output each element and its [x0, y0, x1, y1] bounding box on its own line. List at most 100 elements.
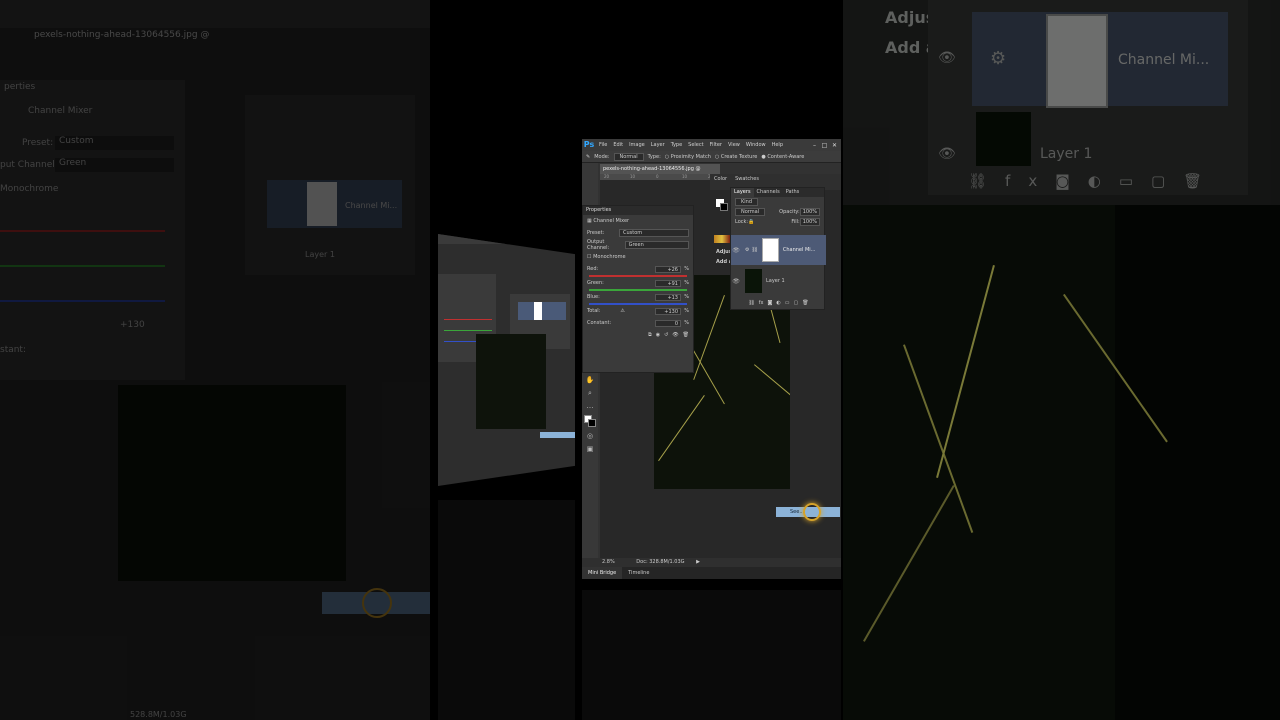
menu-layer[interactable]: Layer [648, 142, 668, 148]
ruler-tick: 20 [604, 174, 610, 179]
layer-row-channel-mixer[interactable]: 👁 ⚙ ⛓ Channel Mi... [731, 235, 826, 265]
layer-row-layer1[interactable]: 👁 Layer 1 [731, 266, 826, 296]
leaf-stroke [693, 295, 725, 380]
minimize-button[interactable]: – [811, 142, 818, 149]
eye-icon[interactable]: 👁 [731, 247, 741, 254]
hand-tool-icon[interactable]: ✋ [585, 375, 595, 385]
lock-icon[interactable]: 🔒 [748, 219, 754, 225]
color-gradient[interactable] [714, 235, 730, 243]
adjustment-name: Channel Mixer [593, 218, 630, 224]
opacity-input[interactable]: 100% [799, 208, 820, 216]
eye-icon[interactable]: 👁 [731, 278, 741, 285]
menu-view[interactable]: View [725, 142, 743, 148]
fill-label: Fill: [791, 219, 800, 225]
small-red-line [444, 319, 492, 320]
create-texture-label: Create Texture [720, 153, 758, 160]
leaf-stroke [903, 344, 974, 533]
tab-layers[interactable]: Layers [731, 188, 754, 197]
layers-tabs: Layers Channels Paths [731, 188, 824, 197]
left-properties-title: perties [4, 82, 36, 92]
new-adjustment-icon[interactable]: ◐ [776, 300, 780, 306]
main-window-reflection [582, 590, 841, 720]
status-arrow-icon[interactable]: ▶ [696, 559, 700, 565]
close-button[interactable]: ✕ [831, 142, 838, 149]
menu-type[interactable]: Type [668, 142, 685, 148]
blue-value-input[interactable]: +13 [655, 293, 681, 301]
total-label: Total: [587, 308, 601, 314]
fg-bg-colors[interactable] [584, 415, 596, 427]
status-zoom[interactable]: 2.8% [602, 559, 615, 565]
tab-timeline[interactable]: Timeline [622, 567, 655, 579]
left-total-value: +130 [120, 320, 145, 330]
view-previous-icon[interactable]: ◉ [656, 332, 660, 338]
tab-color[interactable]: Color [710, 174, 731, 190]
delete-layer-icon[interactable]: 🗑 [802, 300, 808, 306]
menu-edit[interactable]: Edit [610, 142, 626, 148]
background-color-swatch[interactable] [588, 419, 596, 427]
small-layer-mask [534, 302, 542, 320]
leaf-stroke [936, 265, 995, 479]
kind-row: Kind [731, 197, 824, 207]
trash-icon[interactable]: 🗑 [683, 332, 689, 338]
preset-label: Preset: [587, 230, 605, 236]
tab-channels[interactable]: Channels [754, 188, 783, 197]
menu-window[interactable]: Window [743, 142, 769, 148]
radio-proximity-match[interactable]: ○ Proximity Match [665, 154, 711, 160]
tab-mini-bridge[interactable]: Mini Bridge [582, 567, 623, 579]
fx-icon[interactable]: fx [759, 300, 764, 306]
monochrome-checkbox[interactable]: ☐ [587, 254, 591, 260]
layers-footer: ⛓ fx ◙ ◐ ▭ ▢ 🗑 [731, 297, 826, 309]
constant-percent: % [684, 320, 689, 326]
kind-filter-select[interactable]: Kind [735, 198, 759, 206]
menu-image[interactable]: Image [626, 142, 648, 148]
color-swatch-bg[interactable] [720, 203, 728, 211]
tab-paths[interactable]: Paths [783, 188, 803, 197]
preset-dropdown[interactable]: Custom [619, 229, 689, 237]
small-green-line [444, 330, 492, 331]
radio-create-texture[interactable]: ○ Create Texture [715, 154, 757, 160]
document-tab[interactable]: pexels-nothing-ahead-13064556.jpg @ [600, 164, 720, 174]
green-label: Green: [587, 280, 604, 286]
right-eye2-icon: 👁 [938, 146, 956, 162]
fill-input[interactable]: 100% [799, 218, 820, 226]
menu-file[interactable]: File [596, 142, 610, 148]
brush-icon[interactable]: ✎ [586, 154, 590, 160]
menu-help[interactable]: Help [769, 142, 786, 148]
blend-mode-select[interactable]: Normal [735, 208, 766, 216]
reset-icon[interactable]: ↺ [664, 332, 668, 338]
small-photo [476, 334, 546, 429]
more-tools-icon[interactable]: … [585, 401, 595, 411]
mode-select[interactable]: Normal [613, 152, 644, 161]
left-blue-slider [0, 300, 165, 302]
add-mask-icon[interactable]: ◙ [768, 300, 773, 306]
red-value-input[interactable]: +26 [655, 265, 681, 273]
link-icon: ⛓ [751, 247, 758, 253]
layer-name: Layer 1 [766, 278, 785, 284]
output-channel-label: Output Channel: [587, 239, 610, 251]
ruler-tick: 10 [682, 174, 688, 179]
radio-content-aware[interactable]: ● Content-Aware [761, 154, 804, 160]
monochrome-row[interactable]: ☐ Monochrome [583, 251, 693, 263]
left-layer-name: Channel Mi... [345, 201, 398, 210]
clip-icon[interactable]: ⧉ [648, 332, 652, 338]
new-group-icon[interactable]: ▭ [785, 300, 790, 306]
quick-mask-icon[interactable]: ◎ [585, 431, 595, 441]
right-layer-name: Channel Mi... [1118, 52, 1210, 68]
menu-select[interactable]: Select [685, 142, 706, 148]
adjustment-header: ▦ Channel Mixer [583, 215, 693, 227]
zoom-tool-icon[interactable]: ⌕ [585, 388, 595, 398]
constant-value-input[interactable]: 0 [655, 319, 681, 327]
small-ps-window [438, 234, 575, 486]
output-channel-dropdown[interactable]: Green [624, 241, 689, 249]
left-preset-value: Custom [55, 136, 174, 150]
constant-row: Constant: 0 % [583, 317, 693, 329]
blue-label: Blue: [587, 294, 600, 300]
maximize-button[interactable]: □ [821, 142, 828, 149]
link-layers-icon[interactable]: ⛓ [748, 300, 754, 306]
screen-mode-icon[interactable]: ▣ [585, 444, 595, 454]
left-green-slider [0, 265, 165, 267]
green-value-input[interactable]: +91 [655, 279, 681, 287]
new-layer-icon[interactable]: ▢ [793, 300, 798, 306]
visibility-icon[interactable]: 👁 [672, 332, 678, 338]
menu-filter[interactable]: Filter [707, 142, 725, 148]
